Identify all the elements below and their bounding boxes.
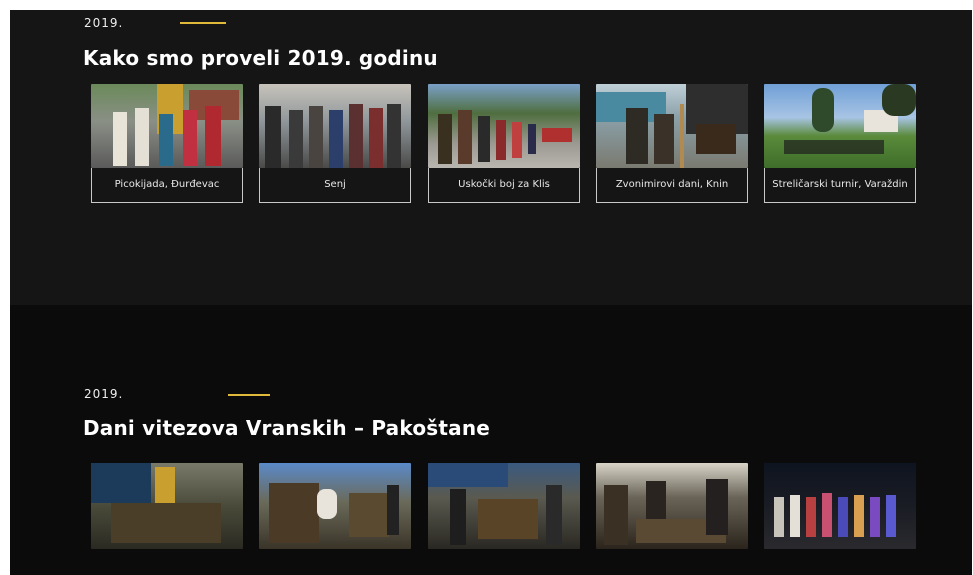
event-card-klis[interactable]: Uskočki boj za Klis <box>428 84 580 203</box>
event-card-picokijada[interactable]: Picokijada, Đurđevac <box>91 84 243 203</box>
section-year: 2019. <box>84 16 124 30</box>
event-photo[interactable] <box>764 84 916 168</box>
gallery-photo[interactable] <box>764 463 916 549</box>
event-caption[interactable]: Streličarski turnir, Varaždin <box>764 168 916 203</box>
gallery-photo[interactable] <box>91 463 243 549</box>
event-caption[interactable]: Senj <box>259 168 411 203</box>
accent-line <box>228 394 270 396</box>
accent-line <box>180 22 226 24</box>
event-card-knin[interactable]: Zvonimirovi dani, Knin <box>596 84 748 203</box>
gallery-photo-5[interactable] <box>764 463 916 549</box>
gallery-photo-2[interactable] <box>259 463 411 549</box>
event-caption[interactable]: Picokijada, Đurđevac <box>91 168 243 203</box>
gallery-photo-3[interactable] <box>428 463 580 549</box>
event-photo[interactable] <box>428 84 580 168</box>
section-2019-overview: 2019. Kako smo proveli 2019. godinu Pico… <box>10 10 972 305</box>
section-title: Dani vitezova Vranskih – Pakoštane <box>83 416 491 440</box>
page-frame: 2019. Kako smo proveli 2019. godinu Pico… <box>10 10 972 575</box>
event-card-varazdin[interactable]: Streličarski turnir, Varaždin <box>764 84 916 203</box>
event-photo[interactable] <box>596 84 748 168</box>
gallery-photo[interactable] <box>596 463 748 549</box>
event-card-senj[interactable]: Senj <box>259 84 411 203</box>
gallery-photo[interactable] <box>428 463 580 549</box>
gallery-photo[interactable] <box>259 463 411 549</box>
section-pakostane: 2019. Dani vitezova Vranskih – Pakoštane <box>10 305 972 575</box>
event-photo[interactable] <box>91 84 243 168</box>
gallery-photo-4[interactable] <box>596 463 748 549</box>
event-caption[interactable]: Uskočki boj za Klis <box>428 168 580 203</box>
event-caption[interactable]: Zvonimirovi dani, Knin <box>596 168 748 203</box>
section-title: Kako smo proveli 2019. godinu <box>83 46 438 70</box>
event-photo[interactable] <box>259 84 411 168</box>
section-year: 2019. <box>84 387 124 401</box>
gallery-photo-1[interactable] <box>91 463 243 549</box>
